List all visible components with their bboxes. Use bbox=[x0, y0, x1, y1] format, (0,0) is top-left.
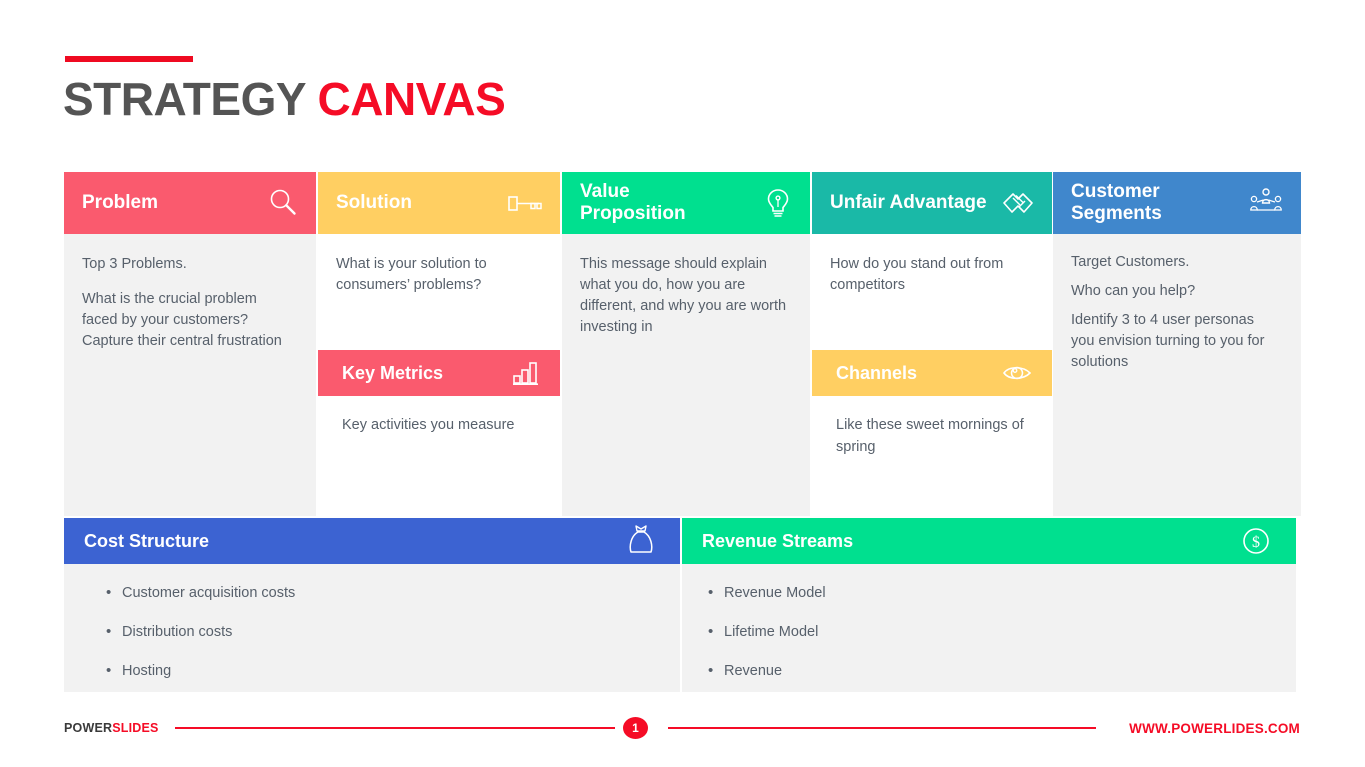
unfair-advantage-body-line-1: How do you stand out from competitors bbox=[830, 256, 1004, 293]
customer-segments-body: Target Customers. Who can you help? Iden… bbox=[1053, 234, 1301, 373]
solution-header-label: Solution bbox=[336, 192, 412, 213]
money-bag-icon bbox=[626, 524, 656, 558]
customer-segments-body-line-2: Who can you help? bbox=[1071, 283, 1196, 299]
site-url: WWW.POWERLIDES.COM bbox=[1129, 720, 1300, 736]
bottom-panels: Cost Structure Customer acquisition cost… bbox=[64, 518, 1296, 692]
customer-segments-body-line-1: Target Customers. bbox=[1071, 254, 1190, 270]
problem-header-label: Problem bbox=[82, 192, 159, 213]
key-icon bbox=[506, 188, 544, 218]
unfair-advantage-spacer bbox=[812, 458, 1052, 516]
cost-structure-header[interactable]: Cost Structure bbox=[64, 518, 680, 564]
solution-spacer bbox=[318, 436, 560, 516]
solution-header[interactable]: Solution bbox=[318, 172, 560, 234]
problem-body-line-1: Top 3 Problems. bbox=[82, 256, 187, 272]
footer-line-right bbox=[668, 727, 1096, 729]
key-metrics-body: Key activities you measure bbox=[318, 396, 560, 436]
value-proposition-spacer bbox=[562, 338, 810, 516]
customer-segments-spacer bbox=[1053, 373, 1301, 516]
channels-header[interactable]: Channels bbox=[812, 350, 1052, 396]
value-proposition-body-line-1: This message should explain what you do,… bbox=[580, 256, 787, 335]
list-item: Revenue bbox=[682, 662, 1296, 680]
value-proposition-body: This message should explain what you do,… bbox=[562, 234, 810, 338]
eye-icon bbox=[1000, 360, 1036, 386]
lightbulb-icon bbox=[762, 186, 794, 220]
value-proposition-header[interactable]: Value Proposition bbox=[562, 172, 810, 234]
solution-body-line-1: What is your solution to consumers’ prob… bbox=[336, 256, 487, 293]
unfair-advantage-gap bbox=[812, 296, 1052, 350]
value-proposition-header-label: Value Proposition bbox=[580, 181, 686, 224]
canvas-column-problem: Problem Top 3 Problems. What is the cruc… bbox=[64, 172, 316, 516]
list-item: Lifetime Model bbox=[682, 623, 1296, 641]
solution-body: What is your solution to consumers’ prob… bbox=[318, 234, 560, 296]
strategy-canvas-grid: Problem Top 3 Problems. What is the cruc… bbox=[64, 172, 1301, 516]
revenue-streams-header-label: Revenue Streams bbox=[702, 530, 854, 551]
cost-structure-panel: Cost Structure Customer acquisition cost… bbox=[64, 518, 680, 692]
page-number-badge: 1 bbox=[623, 717, 648, 739]
revenue-streams-panel: Revenue Streams $ Revenue Model Lifetime… bbox=[682, 518, 1296, 692]
handshake-icon bbox=[1000, 187, 1036, 219]
key-metrics-header[interactable]: Key Metrics bbox=[318, 350, 560, 396]
footer: POWERSLIDES 1 WWW.POWERLIDES.COM bbox=[0, 713, 1365, 743]
list-item: Customer acquisition costs bbox=[64, 584, 680, 602]
magnifier-icon bbox=[266, 186, 300, 220]
cost-structure-list: Customer acquisition costs Distribution … bbox=[64, 584, 680, 680]
brand-part1: POWER bbox=[64, 721, 113, 735]
brand-part2: SLIDES bbox=[112, 721, 159, 735]
svg-text:$: $ bbox=[1252, 534, 1260, 551]
cost-structure-header-label: Cost Structure bbox=[84, 530, 210, 551]
list-item: Distribution costs bbox=[64, 623, 680, 641]
revenue-streams-list: Revenue Model Lifetime Model Revenue bbox=[682, 584, 1296, 680]
brand-logo: POWERSLIDES bbox=[64, 721, 159, 735]
canvas-column-value-proposition: Value Proposition This message should ex… bbox=[562, 172, 810, 516]
problem-header[interactable]: Problem bbox=[64, 172, 316, 234]
footer-line-left bbox=[175, 727, 615, 729]
canvas-column-customer-segments: Customer Segments Target Customers. Who … bbox=[1053, 172, 1301, 516]
unfair-advantage-header[interactable]: Unfair Advantage bbox=[812, 172, 1052, 234]
title-accent-bar bbox=[65, 56, 193, 62]
page-title-part2: CANVAS bbox=[317, 73, 506, 125]
channels-body-text: Like these sweet mornings of spring bbox=[836, 417, 1024, 455]
canvas-column-unfair-advantage: Unfair Advantage How do you stand out fr… bbox=[812, 172, 1052, 516]
customer-segments-header[interactable]: Customer Segments bbox=[1053, 172, 1301, 234]
page-title: STRATEGY CANVAS bbox=[63, 72, 506, 126]
unfair-advantage-body: How do you stand out from competitors bbox=[812, 234, 1052, 296]
cost-structure-body: Customer acquisition costs Distribution … bbox=[64, 564, 680, 692]
channels-header-label: Channels bbox=[836, 362, 918, 383]
problem-body-line-2: What is the crucial problem faced by you… bbox=[82, 291, 282, 349]
key-metrics-body-text: Key activities you measure bbox=[342, 417, 515, 433]
list-item: Hosting bbox=[64, 662, 680, 680]
bar-chart-icon bbox=[510, 359, 544, 387]
revenue-streams-header[interactable]: Revenue Streams $ bbox=[682, 518, 1296, 564]
channels-body: Like these sweet mornings of spring bbox=[812, 396, 1052, 458]
key-metrics-header-label: Key Metrics bbox=[342, 362, 444, 383]
problem-body: Top 3 Problems. What is the crucial prob… bbox=[64, 234, 316, 352]
canvas-column-solution: Solution What is your solution to consum… bbox=[318, 172, 560, 516]
customer-segments-header-label: Customer Segments bbox=[1071, 181, 1162, 224]
revenue-streams-body: Revenue Model Lifetime Model Revenue bbox=[682, 564, 1296, 692]
people-network-icon bbox=[1247, 186, 1285, 220]
list-item: Revenue Model bbox=[682, 584, 1296, 602]
customer-segments-body-line-3: Identify 3 to 4 user personas you envisi… bbox=[1071, 312, 1265, 370]
dollar-circle-icon: $ bbox=[1240, 525, 1272, 557]
problem-spacer bbox=[64, 352, 316, 516]
solution-gap bbox=[318, 296, 560, 350]
page-title-part1: STRATEGY bbox=[63, 73, 306, 125]
unfair-advantage-header-label: Unfair Advantage bbox=[830, 192, 987, 213]
